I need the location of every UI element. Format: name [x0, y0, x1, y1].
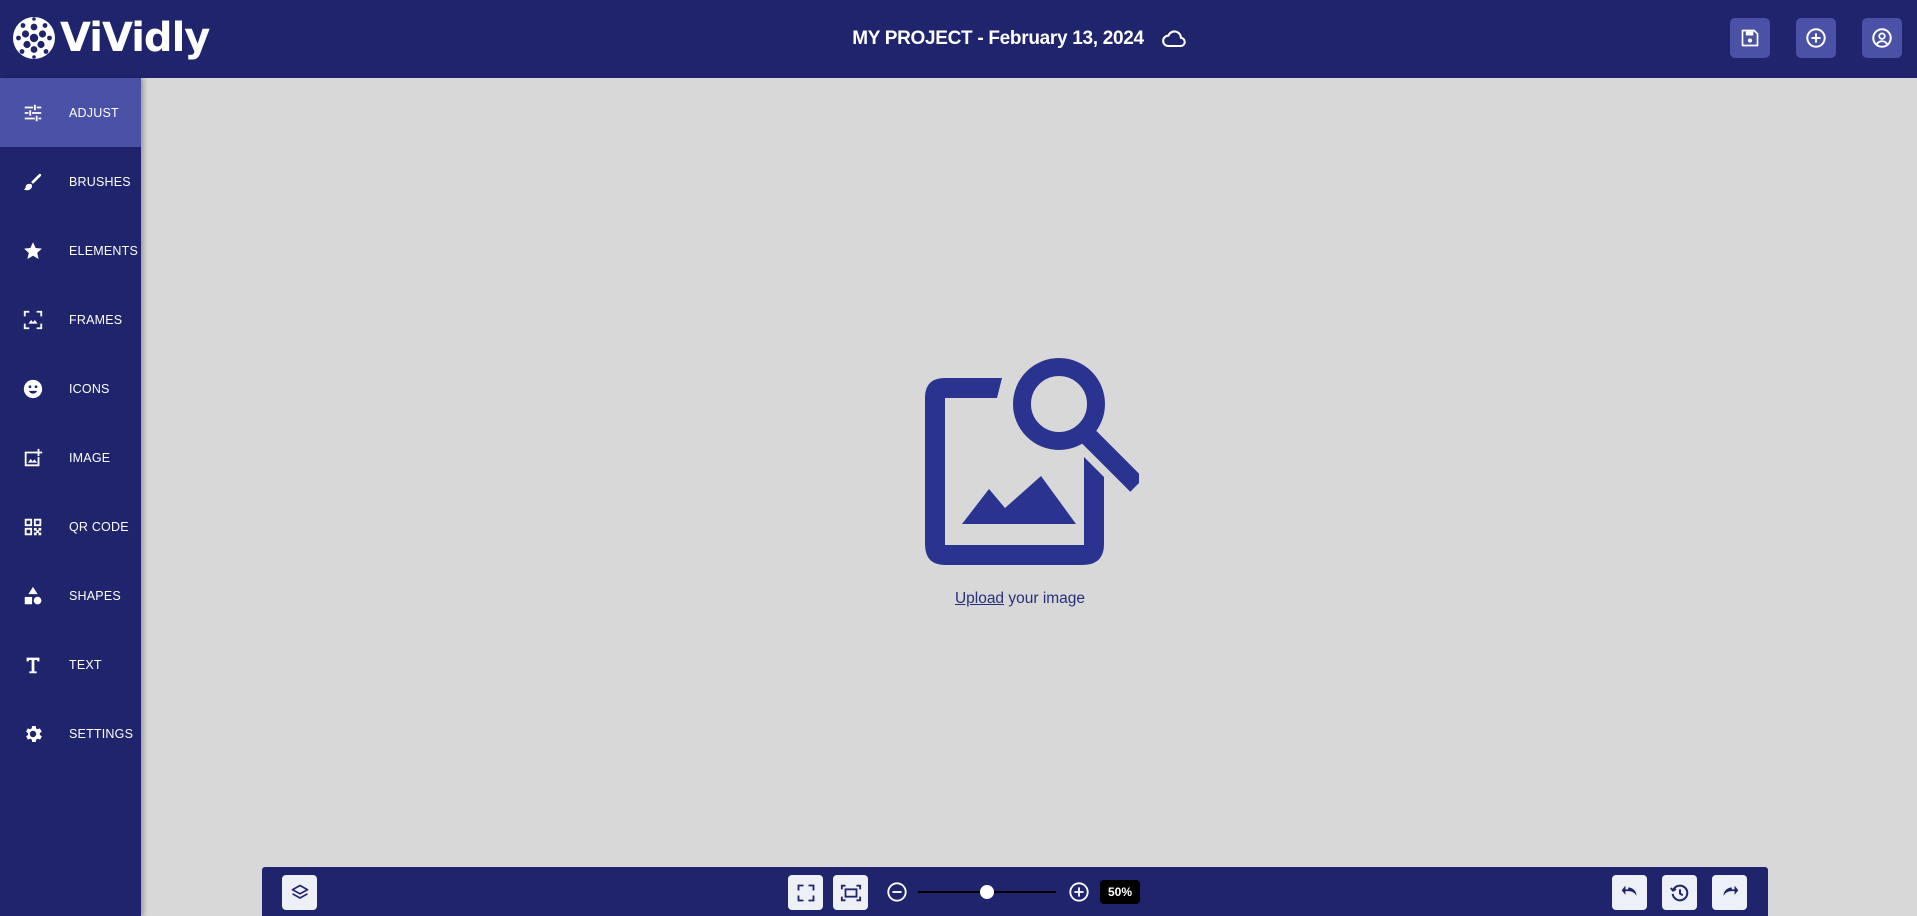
zoom-out-button[interactable] — [886, 881, 908, 903]
fullscreen-icon — [797, 884, 814, 901]
sidebar-item-icons[interactable]: ICONS — [0, 354, 141, 423]
sidebar-item-label: TEXT — [69, 657, 102, 672]
sliders-icon — [21, 101, 45, 125]
text-icon — [21, 653, 45, 677]
undo-icon — [1621, 885, 1636, 896]
sidebar-item-label: SHAPES — [69, 588, 121, 603]
smiley-icon — [21, 377, 45, 401]
logo-icon — [13, 17, 55, 59]
sidebar-item-label: IMAGE — [69, 450, 111, 465]
frame-icon — [21, 308, 45, 332]
image-search-icon[interactable] — [925, 356, 1139, 568]
sidebar-item-brushes[interactable]: BRUSHES — [0, 147, 141, 216]
save-button[interactable] — [1730, 18, 1770, 58]
upload-prompt: Upload your image — [900, 590, 1140, 608]
qr-code-icon — [21, 515, 45, 539]
sidebar-item-frames[interactable]: FRAMES — [0, 285, 141, 354]
sidebar-item-qr-code[interactable]: QR CODE — [0, 492, 141, 561]
fit-to-screen-button[interactable] — [833, 875, 868, 910]
fit-screen-icon — [840, 884, 861, 901]
plus-circle-icon — [1069, 882, 1089, 902]
history-icon — [1669, 884, 1688, 901]
shapes-icon — [21, 584, 45, 608]
top-bar: ViVidly MY PROJECT - February 13, 2024 — [0, 0, 1917, 78]
zoom-in-button[interactable] — [1068, 881, 1090, 903]
upload-prompt-text: your image — [1004, 590, 1086, 607]
layers-button[interactable] — [282, 875, 317, 910]
app-logo[interactable]: ViVidly — [10, 12, 210, 64]
fullscreen-button[interactable] — [788, 875, 823, 910]
history-button[interactable] — [1662, 875, 1697, 910]
sidebar-item-label: ICONS — [69, 381, 110, 396]
sidebar-item-label: BRUSHES — [69, 174, 131, 189]
project-title[interactable]: MY PROJECT - February 13, 2024 — [852, 28, 1144, 50]
star-icon — [21, 239, 45, 263]
redo-button[interactable] — [1712, 875, 1747, 910]
sidebar-item-label: SETTINGS — [69, 726, 134, 741]
sidebar-item-adjust[interactable]: ADJUST — [0, 78, 141, 147]
layers-icon — [291, 884, 308, 899]
sidebar: ADJUST BRUSHES ELEMENTS FRAMES ICONS IMA… — [0, 78, 141, 916]
undo-button[interactable] — [1612, 875, 1647, 910]
app-name: ViVidly — [60, 15, 210, 61]
sidebar-item-settings[interactable]: SETTINGS — [0, 699, 141, 768]
upload-link[interactable]: Upload — [955, 590, 1004, 607]
user-circle-icon — [1872, 28, 1892, 48]
bottom-toolbar: 50% — [262, 867, 1768, 916]
sidebar-item-label: ELEMENTS — [69, 243, 138, 258]
account-button[interactable] — [1862, 18, 1902, 58]
sidebar-item-label: QR CODE — [69, 519, 129, 534]
zoom-slider-thumb[interactable] — [980, 885, 994, 899]
sidebar-item-image[interactable]: IMAGE — [0, 423, 141, 492]
cloud-icon — [1160, 25, 1188, 53]
sidebar-item-text[interactable]: TEXT — [0, 630, 141, 699]
redo-icon — [1723, 885, 1738, 896]
sidebar-item-elements[interactable]: ELEMENTS — [0, 216, 141, 285]
minus-circle-icon — [887, 882, 907, 902]
gear-icon — [21, 722, 45, 746]
floppy-disk-icon — [1741, 29, 1759, 47]
sidebar-item-shapes[interactable]: SHAPES — [0, 561, 141, 630]
brush-icon — [21, 170, 45, 194]
zoom-level-badge: 50% — [1100, 880, 1140, 904]
add-image-icon — [21, 446, 45, 470]
new-project-button[interactable] — [1796, 18, 1836, 58]
sidebar-item-label: ADJUST — [69, 105, 119, 120]
sidebar-item-label: FRAMES — [69, 312, 123, 327]
plus-circle-icon — [1806, 28, 1826, 48]
